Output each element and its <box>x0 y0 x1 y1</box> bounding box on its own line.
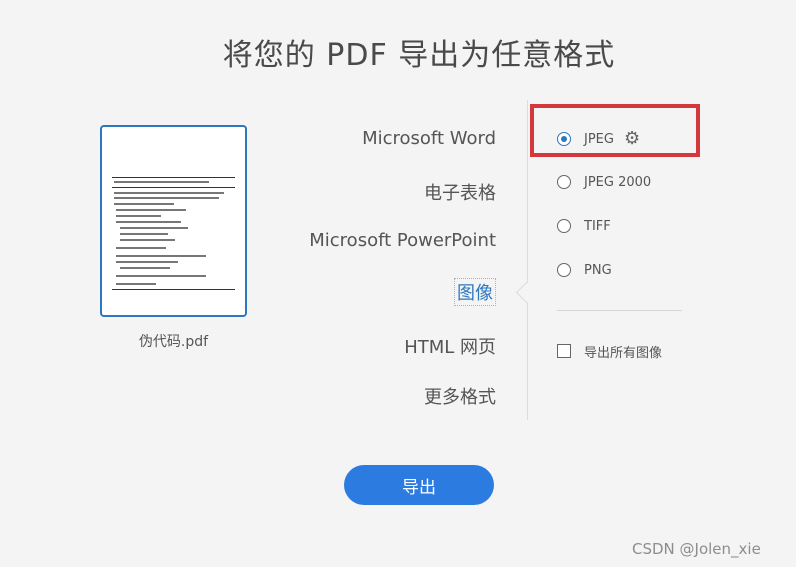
options-separator <box>557 310 682 311</box>
format-more[interactable]: 更多格式 <box>424 383 496 409</box>
jpeg-radio[interactable] <box>557 132 571 146</box>
option-jpeg[interactable]: JPEG ⚙ <box>557 129 640 149</box>
format-image[interactable]: 图像 <box>454 278 496 306</box>
file-name: 伪代码.pdf <box>138 334 209 350</box>
gear-icon[interactable]: ⚙ <box>624 130 640 148</box>
png-radio[interactable] <box>557 263 571 277</box>
export-all-images-label: 导出所有图像 <box>584 345 663 361</box>
export-button[interactable]: 导出 <box>344 465 494 505</box>
tiff-radio[interactable] <box>557 219 571 233</box>
option-label: JPEG <box>584 131 614 147</box>
option-label: TIFF <box>584 218 611 234</box>
pdf-page-preview <box>110 137 237 305</box>
option-png[interactable]: PNG <box>557 260 612 280</box>
pdf-thumbnail[interactable] <box>100 125 247 317</box>
option-label: PNG <box>584 262 612 278</box>
format-microsoft-powerpoint[interactable]: Microsoft PowerPoint <box>309 230 496 251</box>
format-microsoft-word[interactable]: Microsoft Word <box>362 128 496 149</box>
export-all-images-option[interactable]: 导出所有图像 <box>557 341 662 361</box>
panel-divider <box>527 100 528 420</box>
option-tiff[interactable]: TIFF <box>557 216 611 236</box>
watermark: CSDN @Jolen_xie <box>632 540 761 558</box>
format-spreadsheet[interactable]: 电子表格 <box>424 179 496 205</box>
page-title: 将您的 PDF 导出为任意格式 <box>222 38 616 73</box>
option-label: JPEG 2000 <box>584 174 652 190</box>
option-jpeg-2000[interactable]: JPEG 2000 <box>557 172 651 192</box>
format-html[interactable]: HTML 网页 <box>404 333 496 359</box>
selection-pointer <box>515 281 538 304</box>
jpeg-2000-radio[interactable] <box>557 175 571 189</box>
export-all-images-checkbox[interactable] <box>557 344 571 358</box>
